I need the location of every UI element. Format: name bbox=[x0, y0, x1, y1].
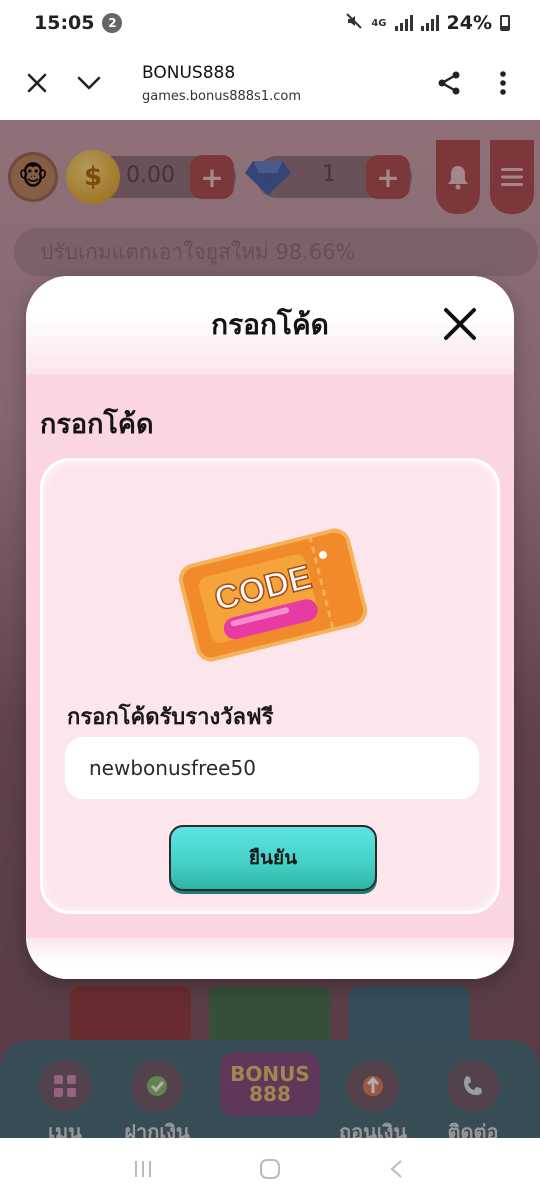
network-type: 4G bbox=[371, 17, 387, 29]
code-field-label: กรอกโค้ดรับรางวัลฟรี bbox=[67, 705, 274, 730]
status-time: 15:05 bbox=[34, 12, 95, 34]
code-ticket-image: CODE bbox=[173, 525, 373, 665]
enter-code-modal: กรอกโค้ด กรอกโค้ด CODE กรอกโค้ดรับรางวัล… bbox=[26, 276, 514, 979]
signal-icon-2 bbox=[420, 15, 439, 31]
chevron-down-icon[interactable] bbox=[70, 64, 108, 102]
modal-header: กรอกโค้ด bbox=[26, 276, 514, 374]
more-options-icon[interactable] bbox=[484, 64, 522, 102]
code-input[interactable] bbox=[65, 737, 479, 799]
status-bar: 15:05 2 4G 24% bbox=[0, 0, 540, 46]
code-card: CODE กรอกโค้ดรับรางวัลฟรี ยืนยัน bbox=[40, 458, 500, 914]
browser-title-block: BONUS888 games.bonus888s1.com bbox=[142, 63, 301, 104]
battery-icon bbox=[500, 15, 510, 31]
close-icon[interactable] bbox=[440, 304, 480, 344]
back-icon[interactable] bbox=[377, 1149, 417, 1189]
modal-footer bbox=[26, 938, 514, 979]
signal-icon bbox=[394, 15, 413, 31]
status-icons: 4G 24% bbox=[345, 12, 510, 34]
mute-icon bbox=[345, 12, 363, 34]
browser-toolbar: BONUS888 games.bonus888s1.com bbox=[0, 46, 540, 120]
close-icon[interactable] bbox=[18, 64, 56, 102]
home-icon[interactable] bbox=[250, 1149, 290, 1189]
browser-page-title: BONUS888 bbox=[142, 62, 236, 83]
browser-url: games.bonus888s1.com bbox=[142, 88, 301, 104]
share-icon[interactable] bbox=[430, 64, 468, 102]
confirm-button[interactable]: ยืนยัน bbox=[169, 825, 377, 891]
notification-badge: 2 bbox=[102, 13, 123, 33]
battery-percent: 24% bbox=[446, 12, 492, 34]
system-nav-bar bbox=[0, 1138, 540, 1200]
modal-title: กรอกโค้ด bbox=[211, 308, 329, 341]
recent-apps-icon[interactable] bbox=[123, 1149, 163, 1189]
modal-body: กรอกโค้ด CODE กรอกโค้ดรับรางวัลฟรี ย bbox=[26, 374, 514, 938]
section-title: กรอกโค้ด bbox=[40, 409, 154, 440]
